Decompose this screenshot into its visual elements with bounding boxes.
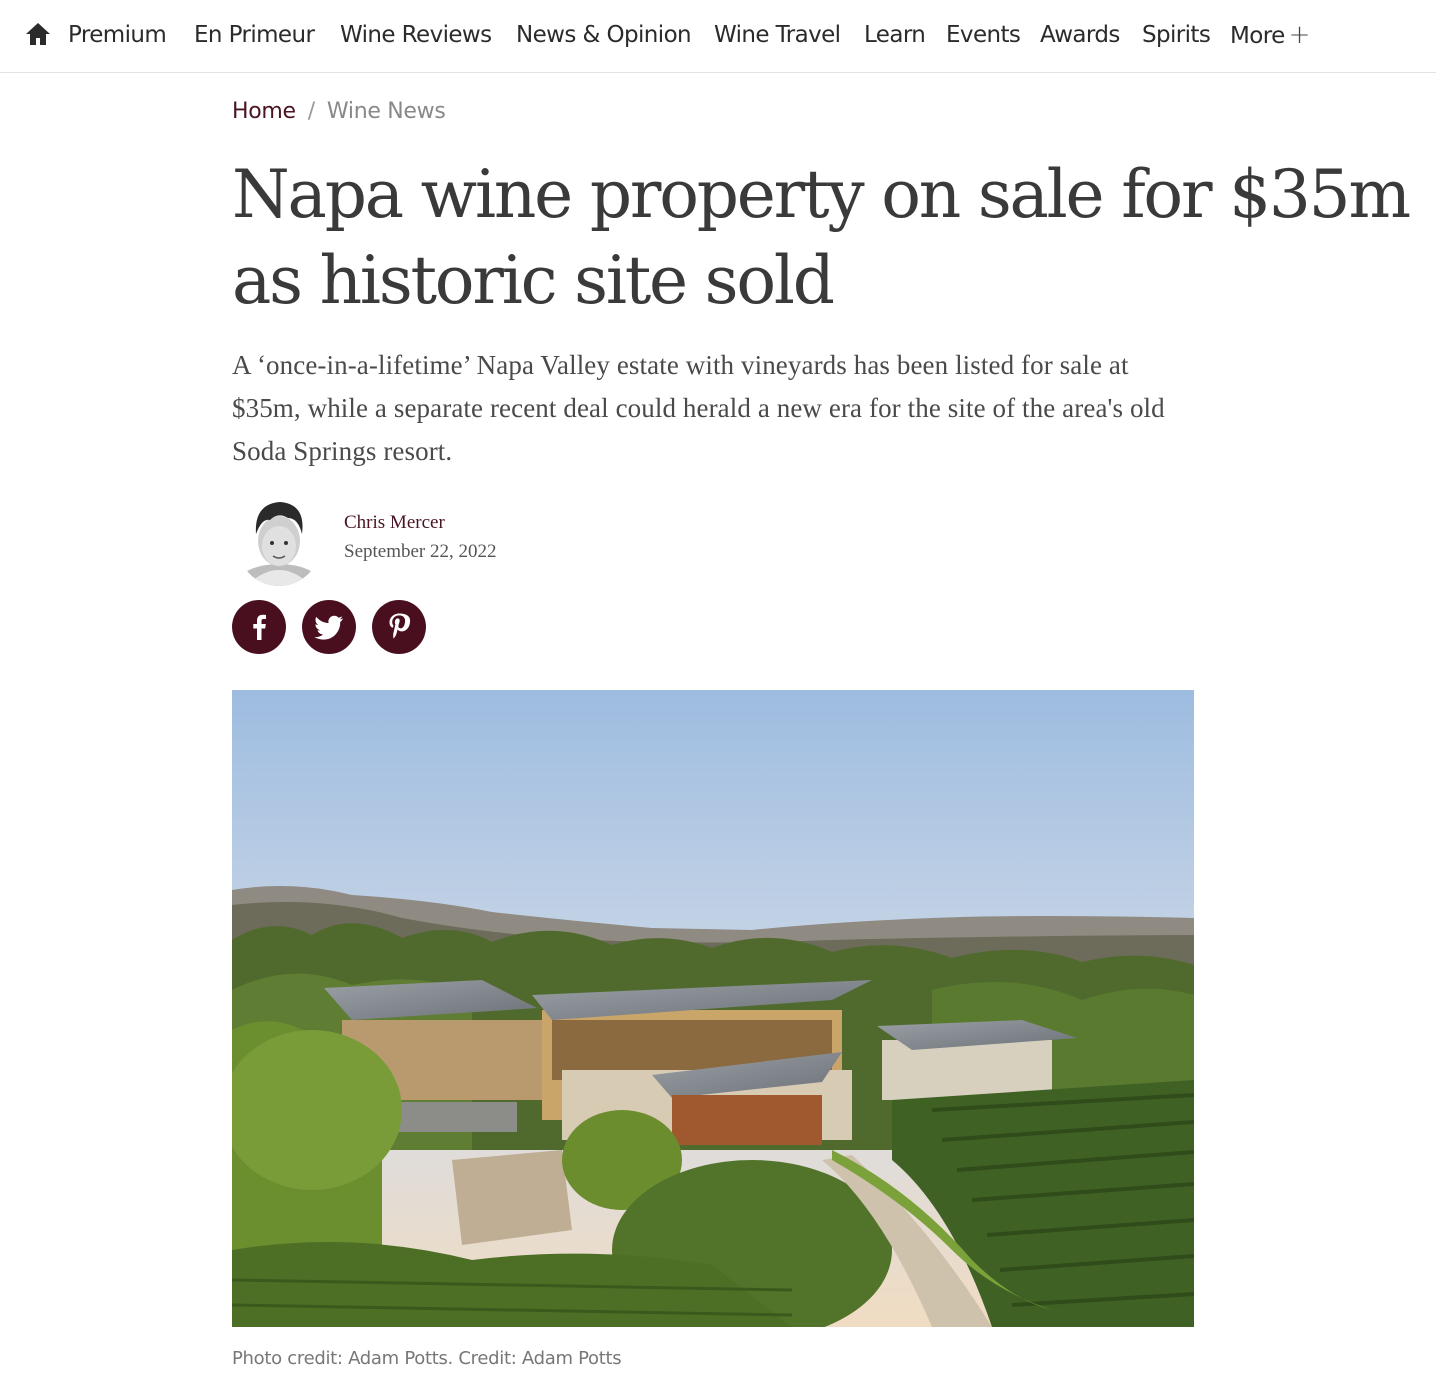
facebook-icon — [253, 614, 266, 640]
breadcrumb-home-link[interactable]: Home — [232, 99, 296, 124]
breadcrumb-separator: / — [307, 99, 315, 124]
article-standfirst: A ‘once-in-a-lifetime’ Napa Valley estat… — [232, 350, 1165, 466]
top-navigation: Premium En Primeur Wine Reviews News & O… — [0, 0, 1436, 73]
nav-item-premium[interactable]: Premium — [68, 20, 167, 50]
nav-item-wine-travel[interactable]: Wine Travel — [714, 20, 841, 50]
author-name[interactable]: Chris Mercer — [344, 510, 445, 536]
article-headline: Napa wine property on sale for $35m as h… — [232, 156, 1411, 319]
image-caption: Photo credit: Adam Potts. Credit: Adam P… — [232, 1348, 622, 1369]
nav-more-label: More — [1230, 23, 1285, 49]
nav-item-en-primeur[interactable]: En Primeur — [194, 20, 315, 50]
nav-item-news-opinion[interactable]: News & Opinion — [516, 20, 692, 50]
nav-item-spirits[interactable]: Spirits — [1142, 20, 1211, 50]
twitter-share-button[interactable] — [302, 600, 356, 654]
breadcrumb: Home / Wine News — [232, 97, 446, 127]
nav-item-awards[interactable]: Awards — [1040, 20, 1120, 50]
pinterest-share-button[interactable] — [372, 600, 426, 654]
article-hero-image — [232, 690, 1194, 1327]
facebook-share-button[interactable] — [232, 600, 286, 654]
publish-date: September 22, 2022 — [344, 541, 497, 562]
nav-item-more[interactable]: More + — [1230, 20, 1310, 51]
nav-item-learn[interactable]: Learn — [864, 20, 926, 50]
nav-item-events[interactable]: Events — [946, 20, 1021, 50]
twitter-icon — [314, 615, 343, 640]
breadcrumb-wine-news-link[interactable]: Wine News — [327, 99, 446, 124]
nav-item-wine-reviews[interactable]: Wine Reviews — [340, 20, 492, 50]
plus-icon: + — [1288, 20, 1311, 50]
home-icon[interactable] — [25, 21, 51, 47]
author-avatar — [236, 496, 322, 586]
pinterest-icon — [389, 613, 411, 639]
